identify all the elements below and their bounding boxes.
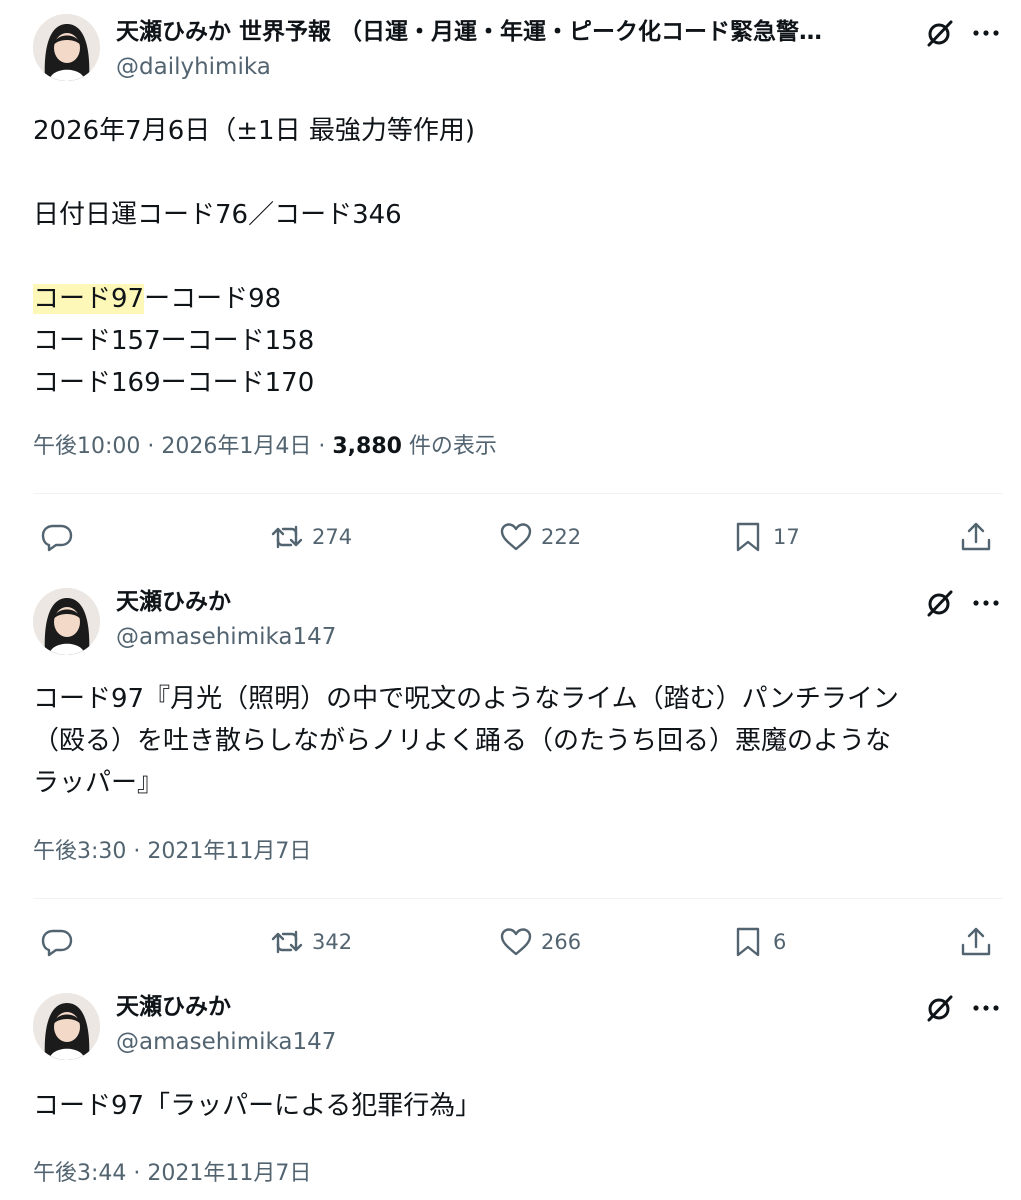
- bookmark-icon: [736, 522, 760, 552]
- like-count: 266: [541, 930, 582, 954]
- retweet-count: 274: [312, 525, 353, 549]
- view-count: 3,880: [332, 434, 402, 459]
- bookmark-count: 17: [773, 525, 800, 549]
- retweet-count: 342: [312, 930, 353, 954]
- tweet-line-rest: ーコード98: [144, 284, 282, 314]
- share-icon: [961, 927, 991, 956]
- like-button[interactable]: 266: [499, 922, 581, 962]
- tweet-text: コード97『月光（照明）の中で呪文のようなライム（踏む）パンチライン （殴る）を…: [33, 678, 1003, 804]
- divider: [33, 493, 1003, 494]
- retweet-button[interactable]: 342: [270, 922, 352, 962]
- avatar[interactable]: [33, 588, 100, 655]
- more-icon[interactable]: [970, 17, 1002, 49]
- share-icon: [961, 522, 991, 551]
- tweet-line: コード157ーコード158: [33, 326, 315, 356]
- grok-icon[interactable]: [924, 587, 956, 619]
- more-icon[interactable]: [970, 587, 1002, 619]
- user-handle[interactable]: @amasehimika147: [116, 622, 336, 652]
- action-bar: 342 266 6: [0, 922, 1021, 962]
- avatar-image: [33, 993, 100, 1060]
- view-label: 件の表示: [401, 434, 497, 459]
- grok-icon[interactable]: [924, 17, 956, 49]
- tweet-line: ラッパー』: [33, 768, 164, 798]
- user-handle[interactable]: @dailyhimika: [116, 52, 271, 82]
- like-button[interactable]: 222: [499, 517, 581, 557]
- tweet-1: 天瀬ひみか 世界予報 （日運・月運・年運・ピーク化コード緊急警… @dailyh…: [0, 0, 1021, 570]
- tweet-3: 天瀬ひみか @amasehimika147 コード97「ラッパーによる犯罪行為」…: [0, 975, 1021, 1200]
- action-bar: 274 222 17: [0, 517, 1021, 557]
- bookmark-icon: [736, 927, 760, 957]
- reply-icon: [41, 524, 73, 552]
- user-handle[interactable]: @amasehimika147: [116, 1027, 336, 1057]
- avatar-image: [33, 588, 100, 655]
- bookmark-button[interactable]: 6: [731, 922, 786, 962]
- reply-button[interactable]: [40, 922, 82, 962]
- tweet-text: 2026年7月6日（±1日 最強力等作用) 日付日運コード76／コード346 コ…: [33, 110, 1003, 404]
- heart-icon: [500, 928, 532, 956]
- grok-icon[interactable]: [924, 992, 956, 1024]
- tweet-line: 日付日運コード76／コード346: [33, 200, 402, 230]
- avatar[interactable]: [33, 14, 100, 81]
- display-name[interactable]: 天瀬ひみか: [116, 587, 231, 617]
- retweet-button[interactable]: 274: [270, 517, 352, 557]
- share-button[interactable]: [959, 517, 993, 557]
- tweet-text: コード97「ラッパーによる犯罪行為」: [33, 1085, 1003, 1127]
- bookmark-count: 6: [773, 930, 787, 954]
- tweet-timestamp[interactable]: 午後3:30 · 2021年11月7日: [33, 837, 311, 867]
- like-count: 222: [541, 525, 582, 549]
- retweet-icon: [271, 525, 303, 549]
- tweet-line: コード97「ラッパーによる犯罪行為」: [33, 1091, 482, 1121]
- tweet-line: コード169ーコード170: [33, 368, 315, 398]
- avatar-image: [33, 14, 100, 81]
- reply-icon: [41, 929, 73, 957]
- avatar[interactable]: [33, 993, 100, 1060]
- tweet-timestamp[interactable]: 午後3:44 · 2021年11月7日: [33, 1159, 311, 1189]
- heart-icon: [500, 523, 532, 551]
- reply-button[interactable]: [40, 517, 82, 557]
- highlighted-text: コード97: [33, 284, 145, 314]
- divider: [33, 898, 1003, 899]
- bookmark-button[interactable]: 17: [731, 517, 800, 557]
- tweet-line: コード97ーコード98: [33, 278, 1003, 320]
- more-icon[interactable]: [970, 992, 1002, 1024]
- tweet-line: コード97『月光（照明）の中で呪文のようなライム（踏む）パンチライン: [33, 684, 899, 714]
- share-button[interactable]: [959, 922, 993, 962]
- timestamp-link[interactable]: 午後10:00 · 2026年1月4日 ·: [33, 434, 332, 459]
- display-name[interactable]: 天瀬ひみか: [116, 992, 231, 1022]
- display-name[interactable]: 天瀬ひみか 世界予報 （日運・月運・年運・ピーク化コード緊急警…: [116, 17, 822, 47]
- tweet-line: （殴る）を吐き散らしながらノリよく踊る（のたうち回る）悪魔のような: [33, 726, 892, 756]
- tweet-line: 2026年7月6日（±1日 最強力等作用): [33, 116, 475, 146]
- retweet-icon: [271, 930, 303, 954]
- tweet-2: 天瀬ひみか @amasehimika147 コード97『月光（照明）の中で呪文の…: [0, 570, 1021, 975]
- tweet-timestamp: 午後10:00 · 2026年1月4日 · 3,880 件の表示: [33, 432, 497, 462]
